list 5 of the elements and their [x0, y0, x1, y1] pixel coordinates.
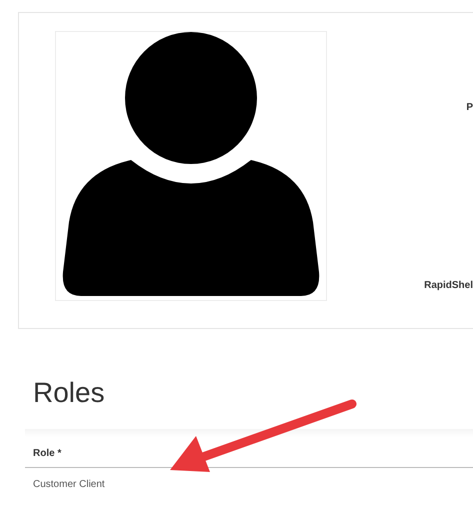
field-label: RapidShel [424, 280, 473, 291]
field-label: P [466, 102, 473, 113]
table-cell: Customer Client [33, 479, 105, 490]
column-header: Role * [33, 448, 62, 459]
section-heading: Roles [33, 377, 106, 409]
